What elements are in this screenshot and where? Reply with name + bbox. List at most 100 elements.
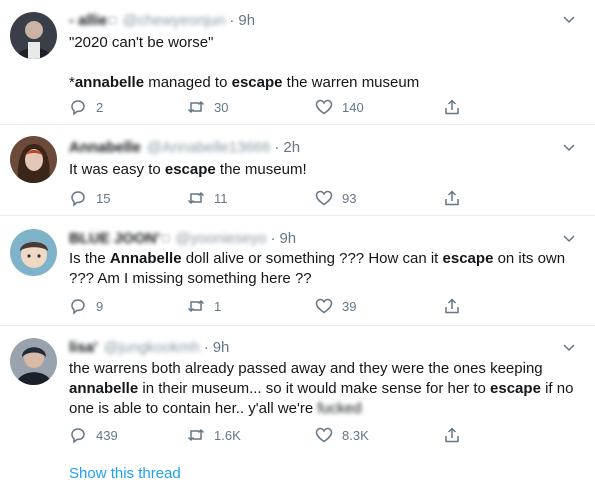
timestamp[interactable]: 9h	[213, 339, 230, 356]
share-button[interactable]	[443, 296, 470, 316]
like-button[interactable]: 8.3K	[315, 425, 369, 445]
reply-count: 2	[96, 99, 104, 115]
like-count: 93	[342, 190, 357, 206]
reply-icon	[71, 428, 85, 444]
tweet-actions: 9 1 39	[69, 296, 469, 316]
share-icon	[445, 298, 459, 314]
censored-word: fucked	[317, 400, 362, 417]
display-name[interactable]: lisa'	[69, 339, 98, 356]
share-icon	[445, 427, 459, 443]
share-button[interactable]	[443, 425, 470, 445]
display-name[interactable]: Annabelle	[69, 139, 141, 156]
reply-icon	[71, 100, 85, 116]
reply-button[interactable]: 2	[69, 97, 103, 117]
display-name[interactable]: BLUE JOON'	[69, 230, 160, 247]
verified-like-icon: □	[162, 231, 170, 245]
text-segment: in their museum... so it would make sens…	[138, 380, 491, 397]
tweet[interactable]: - allie □ @chewyeonjun · 9h "2020 can't …	[0, 0, 595, 125]
avatar[interactable]	[10, 229, 57, 276]
share-button[interactable]	[443, 188, 470, 208]
separator: ·	[270, 229, 276, 247]
tweet[interactable]: Annabelle @Annabelle13666 · 2h It was ea…	[0, 125, 595, 216]
tweet-header: Annabelle @Annabelle13666 · 2h	[69, 137, 300, 157]
timestamp[interactable]: 9h	[238, 12, 255, 29]
tweet-text: "2020 can't be worse" *annabelle managed…	[69, 33, 574, 93]
separator: ·	[229, 11, 235, 29]
like-count: 8.3K	[342, 427, 369, 443]
tweet-line: the warrens both already passed away and…	[69, 359, 574, 419]
retweet-button[interactable]: 1.6K	[187, 425, 241, 445]
tweet[interactable]: lisa' @jungkookmh · 9h the warrens both …	[0, 326, 595, 493]
separator: ·	[274, 138, 280, 156]
highlight-term: annabelle	[69, 380, 139, 397]
highlight-term: escape	[231, 74, 283, 91]
reply-count: 15	[96, 190, 111, 206]
retweet-count: 30	[214, 99, 229, 115]
reply-button[interactable]: 15	[69, 188, 110, 208]
retweet-icon	[187, 100, 205, 114]
avatar[interactable]	[10, 136, 57, 183]
share-icon	[445, 190, 459, 206]
tweet-actions: 2 30 140	[69, 97, 469, 117]
share-icon	[445, 99, 459, 115]
retweet-button[interactable]: 11	[187, 188, 228, 208]
reply-count: 439	[96, 427, 118, 443]
chevron-down-icon[interactable]	[561, 230, 577, 246]
tweet-line: It was easy to escape the museum!	[69, 160, 574, 180]
timestamp[interactable]: 9h	[279, 230, 296, 247]
tweet-header: BLUE JOON' □ @yoonieseyo · 9h	[69, 228, 296, 248]
chevron-down-icon[interactable]	[561, 139, 577, 155]
username-handle[interactable]: @jungkookmh	[104, 339, 200, 356]
retweet-icon	[187, 191, 205, 205]
highlight-term: escape	[490, 380, 541, 397]
highlight-term: escape	[164, 161, 216, 178]
retweet-icon	[187, 299, 205, 313]
highlight-term: annabelle	[74, 74, 145, 91]
like-button[interactable]: 140	[315, 97, 364, 117]
retweet-icon	[187, 428, 205, 442]
like-icon	[315, 427, 333, 443]
tweet[interactable]: BLUE JOON' □ @yoonieseyo · 9h Is the Ann…	[0, 216, 595, 326]
like-icon	[315, 298, 333, 314]
reply-button[interactable]: 439	[69, 425, 118, 445]
tweet-actions: 15 11 93	[69, 188, 469, 208]
separator: ·	[203, 338, 209, 356]
timestamp[interactable]: 2h	[283, 139, 300, 156]
tweet-line: Is the Annabelle doll alive or something…	[69, 249, 574, 289]
retweet-count: 1	[214, 298, 222, 314]
text-segment: the warren museum	[282, 74, 420, 91]
username-handle[interactable]: @chewyeonjun	[123, 12, 226, 29]
like-button[interactable]: 93	[315, 188, 356, 208]
share-button[interactable]	[443, 97, 470, 117]
text-segment: managed to	[144, 74, 232, 91]
text-segment: the museum!	[215, 161, 307, 178]
tweet-header: - allie □ @chewyeonjun · 9h	[69, 10, 255, 30]
show-thread-link[interactable]: Show this thread	[69, 465, 181, 482]
chevron-down-icon[interactable]	[561, 339, 577, 355]
reply-button[interactable]: 9	[69, 296, 103, 316]
tweet-line: "2020 can't be worse"	[69, 34, 214, 51]
text-segment: the warrens both already passed away and…	[69, 360, 543, 377]
retweet-count: 1.6K	[214, 427, 241, 443]
tweet-actions: 439 1.6K 8.3K	[69, 425, 469, 445]
retweet-button[interactable]: 30	[187, 97, 228, 117]
highlight-term: Annabelle	[109, 250, 182, 267]
avatar[interactable]	[10, 12, 57, 59]
tweet-text: Is the Annabelle doll alive or something…	[69, 249, 574, 289]
avatar[interactable]	[10, 338, 57, 385]
retweet-button[interactable]: 1	[187, 296, 221, 316]
display-name[interactable]: - allie	[69, 12, 107, 29]
like-button[interactable]: 39	[315, 296, 356, 316]
reply-icon	[71, 299, 85, 315]
tweet-header: lisa' @jungkookmh · 9h	[69, 337, 229, 357]
username-handle[interactable]: @yoonieseyo	[175, 230, 266, 247]
tweet-text: It was easy to escape the museum!	[69, 160, 574, 180]
like-count: 140	[342, 99, 364, 115]
retweet-count: 11	[214, 190, 228, 206]
text-segment: Is the	[69, 250, 110, 267]
reply-count: 9	[96, 298, 104, 314]
username-handle[interactable]: @Annabelle13666	[147, 139, 271, 156]
like-icon	[315, 190, 333, 206]
text-segment: doll alive or something ??? How can it	[181, 250, 443, 267]
chevron-down-icon[interactable]	[561, 11, 577, 27]
